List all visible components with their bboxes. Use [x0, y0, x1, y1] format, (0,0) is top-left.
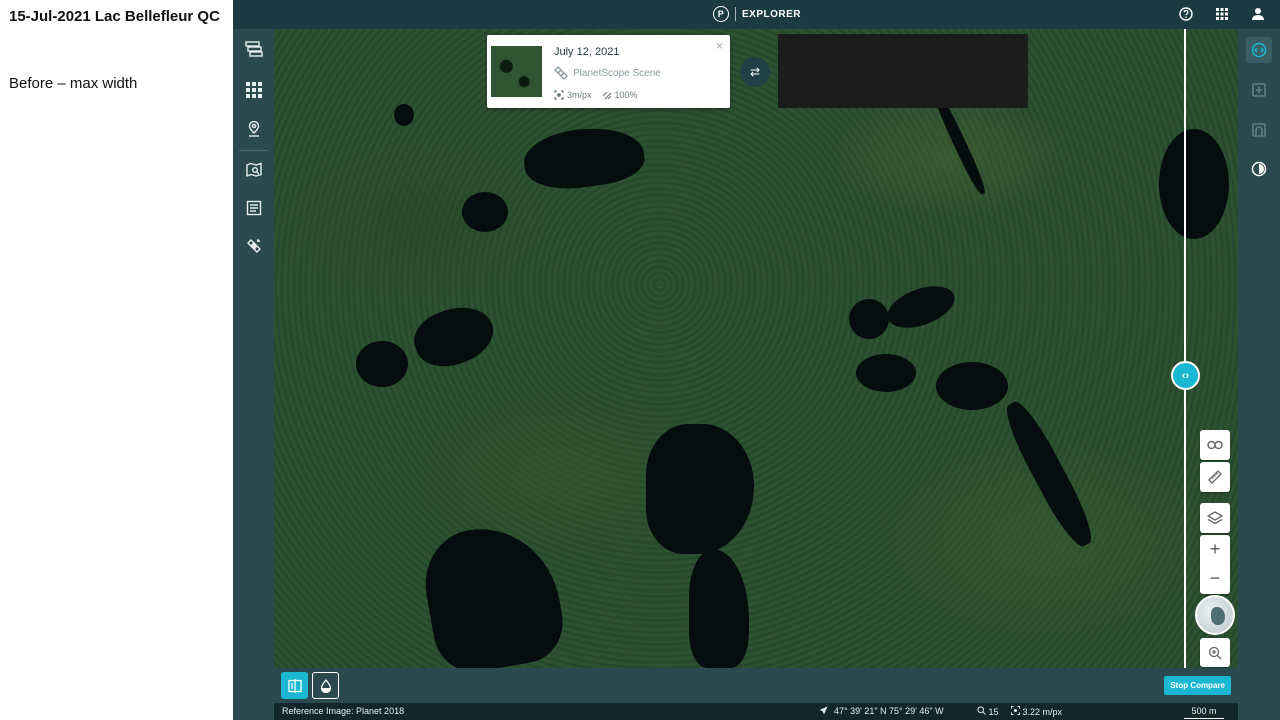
left-toolbar: [233, 29, 274, 720]
basemap-layers-icon[interactable]: [1200, 503, 1230, 533]
map-search-icon[interactable]: [244, 160, 264, 180]
opacity-drop-icon[interactable]: [312, 672, 339, 699]
apps-grid-icon[interactable]: [1214, 5, 1230, 23]
zoom-level-icon: [977, 706, 986, 715]
lake: [881, 278, 961, 336]
area-analysis-icon[interactable]: [1246, 117, 1272, 143]
scene-resolution: 3m/px: [567, 90, 592, 100]
reference-image-label: Reference Image: Planet 2018: [282, 706, 405, 716]
orders-list-icon[interactable]: [244, 198, 264, 218]
coverage-icon: [602, 91, 611, 100]
toolbar-divider: [239, 150, 268, 151]
close-icon[interactable]: ×: [716, 39, 723, 53]
cursor-coordinates: 47° 39' 21" N 75° 29' 46" W: [819, 706, 944, 716]
brand: P EXPLORER: [713, 6, 801, 22]
zoom-level: 15: [977, 706, 999, 717]
globe-land: [1211, 607, 1225, 625]
zoom-controls: + −: [1200, 535, 1230, 594]
layers-stack-icon[interactable]: [244, 39, 264, 59]
zoom-search-icon[interactable]: [1200, 638, 1230, 667]
planet-logo-icon: P: [713, 6, 729, 22]
scene-thumbnail: [491, 46, 542, 97]
scene-info-card: July 12, 2021 PlanetScope Scene 3m/px 10…: [487, 35, 730, 108]
split-view-icon[interactable]: [281, 672, 308, 699]
contrast-adjust-icon[interactable]: [1246, 156, 1272, 182]
compare-divider-line[interactable]: [1184, 29, 1186, 668]
lake: [416, 516, 570, 668]
bottom-toolbar: Stop Compare: [274, 668, 1238, 703]
user-icon[interactable]: [1250, 5, 1266, 23]
satellite-map[interactable]: [274, 29, 1238, 668]
lake: [1159, 129, 1229, 239]
resolution-icon: [1011, 706, 1020, 715]
coordinates-text: 47° 39' 21" N 75° 29' 46" W: [834, 706, 944, 716]
stop-compare-button[interactable]: Stop Compare: [1164, 676, 1231, 695]
compare-mode-icon[interactable]: [1246, 37, 1272, 63]
lake: [689, 549, 749, 668]
top-bar: P EXPLORER: [233, 0, 1280, 29]
status-bar: Reference Image: Planet 2018 47° 39' 21"…: [274, 703, 1238, 720]
zoom-out-button[interactable]: −: [1200, 564, 1230, 593]
zoom-in-button[interactable]: +: [1200, 535, 1230, 564]
swap-images-button[interactable]: ⇄: [740, 57, 770, 87]
cursor-arrow-icon: [819, 706, 828, 715]
brand-separator: [735, 7, 736, 21]
location-pin-icon[interactable]: [244, 119, 264, 139]
lake: [936, 362, 1008, 410]
mosaic-grid-icon[interactable]: [244, 80, 264, 100]
scene-date: July 12, 2021: [554, 46, 620, 58]
comparison-scene-panel: [778, 34, 1028, 108]
lake: [998, 396, 1100, 552]
share-link-icon[interactable]: [1200, 430, 1230, 460]
compare-slider-handle[interactable]: ‹›: [1171, 361, 1200, 390]
measure-ruler-icon[interactable]: [1200, 462, 1230, 492]
map-resolution: 3.22 m/px: [1011, 706, 1062, 717]
app-name: EXPLORER: [742, 8, 802, 20]
explorer-app: P EXPLORER ‹› July 12, 2021 PlanetScope …: [233, 0, 1280, 720]
map-resolution-value: 3.22 m/px: [1022, 707, 1063, 717]
scene-coverage: 100%: [614, 90, 638, 100]
lake: [849, 299, 889, 339]
resolution-meta: 3m/px: [554, 90, 592, 100]
lake: [462, 192, 508, 232]
top-icons: [1178, 5, 1266, 23]
zoom-level-value: 15: [988, 707, 999, 717]
scene-type-label: PlanetScope Scene: [573, 67, 661, 79]
scene-type: PlanetScope Scene: [554, 66, 661, 80]
lake: [356, 341, 408, 387]
satellite-tasking-icon[interactable]: [244, 236, 264, 256]
lake: [856, 354, 916, 392]
slide-caption: Before – max width: [9, 75, 138, 92]
resolution-icon: [554, 90, 564, 100]
lake: [407, 296, 501, 377]
globe-overview-icon[interactable]: [1195, 595, 1235, 635]
slide-title: 15-Jul-2021 Lac Bellefleur QC: [9, 8, 220, 25]
satellite-icon: [554, 66, 568, 80]
coverage-meta: 100%: [602, 90, 638, 100]
scale-bar: 500 m: [1184, 706, 1224, 719]
right-toolbar: [1238, 29, 1280, 720]
scene-meta: 3m/px 100%: [554, 90, 638, 100]
lake: [646, 424, 754, 554]
add-scene-icon[interactable]: [1246, 77, 1272, 103]
lake: [394, 104, 414, 126]
lake: [520, 120, 648, 196]
help-icon[interactable]: [1178, 5, 1194, 23]
